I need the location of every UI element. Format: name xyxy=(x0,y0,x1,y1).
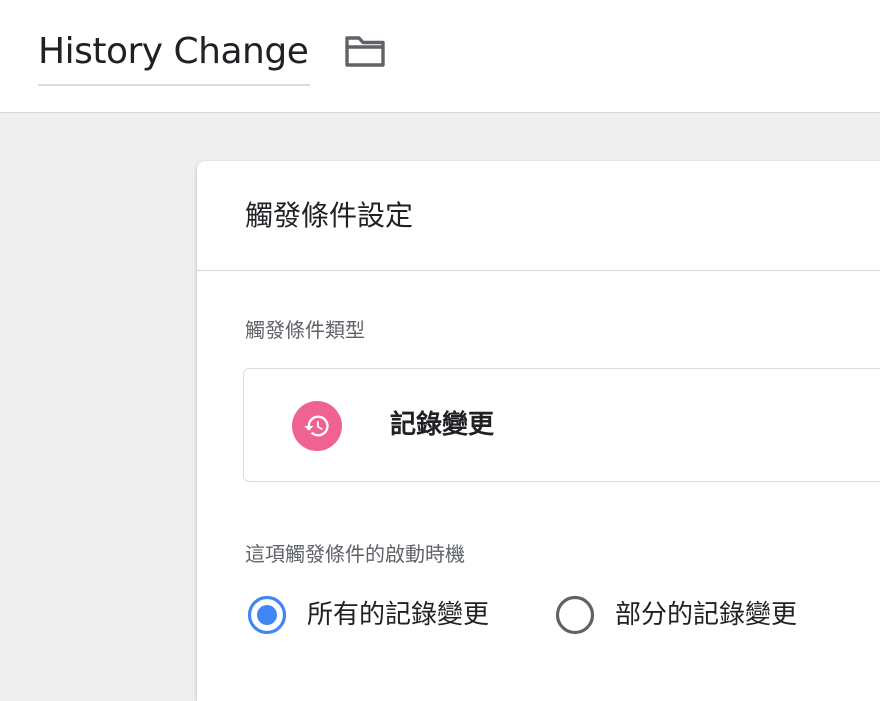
history-icon xyxy=(292,401,342,451)
panel-title: 觸發條件設定 xyxy=(245,199,414,232)
trigger-config-panel: 觸發條件設定 觸發條件類型 記錄變更 這項觸發條件的啟動時機 所有的記錄變更 部… xyxy=(197,161,880,701)
header-bar: History Change xyxy=(0,0,880,113)
radio-label-all: 所有的記錄變更 xyxy=(307,600,490,630)
radio-label-some: 部分的記錄變更 xyxy=(615,600,798,630)
fire-on-label: 這項觸發條件的啟動時機 xyxy=(245,542,465,566)
trigger-name-text[interactable]: History Change xyxy=(38,28,309,76)
folder-icon[interactable] xyxy=(344,33,386,69)
trigger-type-label: 觸發條件類型 xyxy=(245,318,365,342)
radio-selected-icon[interactable] xyxy=(247,595,287,635)
panel-header: 觸發條件設定 xyxy=(197,161,880,271)
trigger-type-name: 記錄變更 xyxy=(390,410,495,440)
radio-unselected-icon[interactable] xyxy=(555,595,595,635)
trigger-name-field[interactable]: History Change xyxy=(38,28,311,86)
trigger-type-selector[interactable]: 記錄變更 xyxy=(243,368,880,482)
